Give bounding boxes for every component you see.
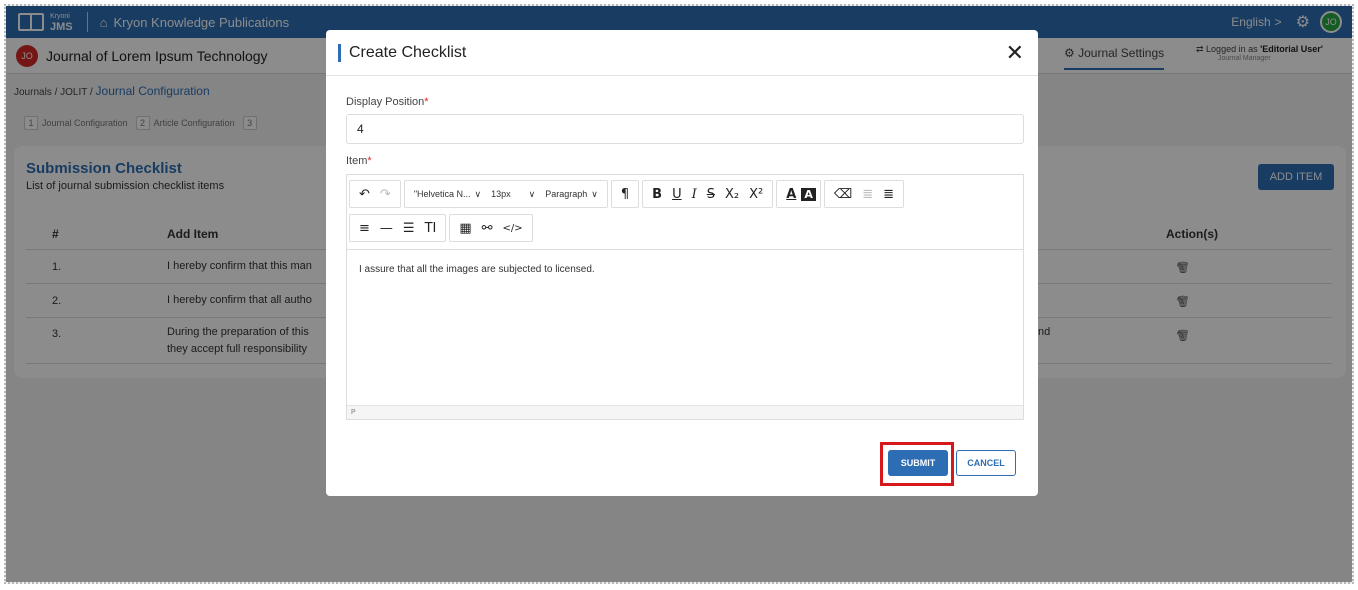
strikethrough-icon[interactable]: S: [702, 187, 720, 202]
font-family-select[interactable]: "Helvetica N... ∨: [409, 189, 486, 200]
table-icon[interactable]: ▦: [454, 221, 476, 236]
display-position-input[interactable]: 4: [346, 114, 1024, 144]
undo-icon[interactable]: ↶: [354, 187, 375, 202]
link-icon[interactable]: ⚯: [477, 221, 498, 236]
code-icon[interactable]: </>: [498, 223, 528, 234]
chevron-down-icon: ∨: [591, 188, 598, 199]
align-left-icon[interactable]: ≡: [354, 221, 375, 236]
close-icon[interactable]: ✕: [1006, 40, 1024, 66]
cancel-button[interactable]: CANCEL: [956, 450, 1016, 476]
chevron-down-icon: ∨: [528, 188, 536, 199]
toolbar-row-1: ↶ ↷ "Helvetica N... ∨ 13px ∨ Paragraph ∨ ¶ …: [349, 177, 907, 211]
text-color-icon[interactable]: A: [781, 187, 801, 202]
subscript-icon[interactable]: X₂: [720, 187, 744, 202]
bold-icon[interactable]: B: [647, 187, 667, 202]
editor-content[interactable]: I assure that all the images are subject…: [347, 249, 1023, 407]
outdent-icon[interactable]: ≣: [857, 187, 878, 202]
app-frame: Kryoni JMS ⌂ Kryon Knowledge Publication…: [4, 4, 1354, 584]
chevron-down-icon: ∨: [474, 188, 482, 199]
underline-icon[interactable]: U: [667, 187, 687, 202]
block-format-select[interactable]: Paragraph ∨: [540, 189, 603, 200]
background-color-icon[interactable]: A: [801, 187, 816, 201]
create-checklist-modal: Create Checklist ✕ Display Position* 4 I…: [326, 30, 1038, 496]
text-size-icon[interactable]: TI: [420, 221, 442, 236]
editor-status-path: P: [347, 405, 1023, 419]
font-size-select[interactable]: 13px ∨: [486, 189, 540, 200]
redo-icon[interactable]: ↷: [375, 187, 396, 202]
ordered-list-icon[interactable]: ☰: [398, 221, 420, 236]
eraser-icon[interactable]: ⌫: [829, 187, 857, 202]
indent-icon[interactable]: ≣: [878, 187, 899, 202]
item-label: Item*: [346, 155, 372, 167]
toolbar-row-2: ≡ — ☰ TI ▦ ⚯ </>: [349, 211, 536, 245]
paragraph-icon[interactable]: ¶: [616, 187, 634, 202]
italic-icon[interactable]: I: [687, 187, 702, 202]
horizontal-rule-icon[interactable]: —: [375, 221, 398, 236]
modal-title: Create Checklist: [338, 44, 466, 62]
display-position-label: Display Position*: [346, 96, 429, 108]
submit-button[interactable]: SUBMIT: [888, 450, 948, 476]
superscript-icon[interactable]: X²: [744, 187, 768, 202]
rich-text-editor: ↶ ↷ "Helvetica N... ∨ 13px ∨ Paragraph ∨ ¶ …: [346, 174, 1024, 420]
modal-header: Create Checklist ✕: [326, 30, 1038, 76]
